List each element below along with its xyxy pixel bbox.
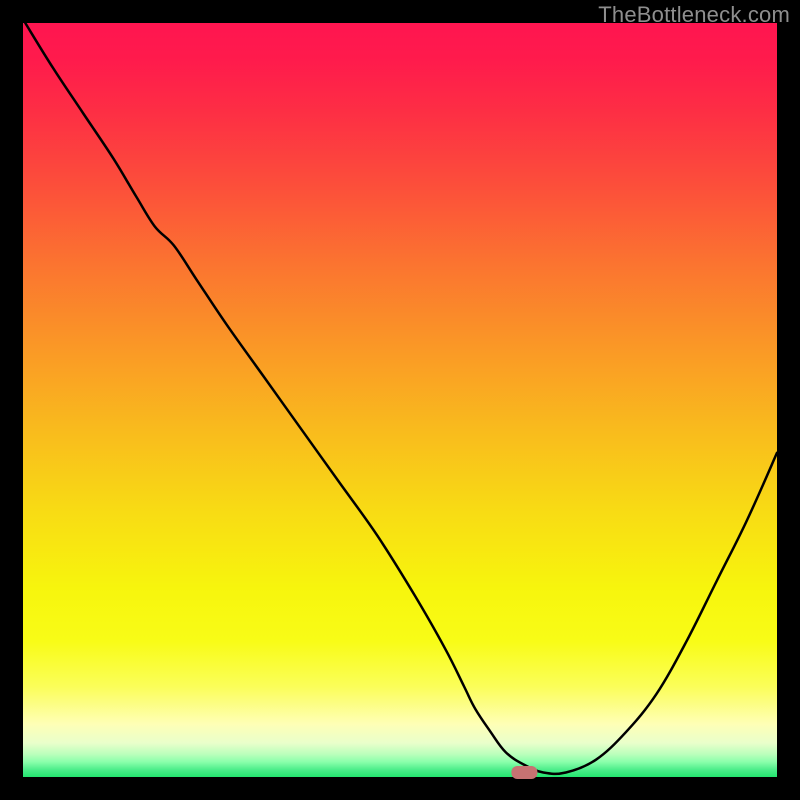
watermark-text: TheBottleneck.com	[598, 2, 790, 28]
bottleneck-curve	[25, 23, 777, 774]
curve-layer	[23, 23, 777, 777]
chart-stage: TheBottleneck.com	[0, 0, 800, 800]
optimal-point-marker	[511, 766, 537, 779]
plot-area	[23, 23, 777, 777]
